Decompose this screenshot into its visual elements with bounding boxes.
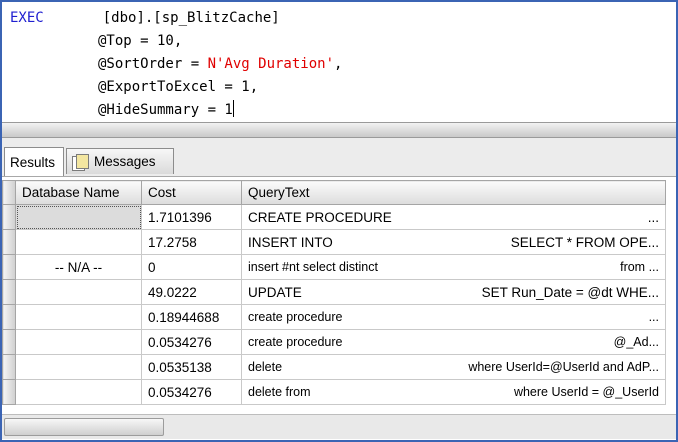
- pane-splitter[interactable]: [2, 122, 676, 138]
- cell-cost[interactable]: 1.7101396: [141, 204, 242, 230]
- cell-database-name[interactable]: [15, 229, 142, 255]
- cell-querytext[interactable]: insert #nt select distinct from ...: [241, 254, 666, 280]
- code-line-3: @SortOrder = N'Avg Duration',: [98, 56, 343, 72]
- tab-results-label: Results: [10, 154, 56, 170]
- tab-messages[interactable]: Messages: [66, 148, 174, 174]
- column-header-database-name[interactable]: Database Name: [15, 180, 142, 205]
- horizontal-scrollbar[interactable]: [2, 414, 676, 439]
- column-header-querytext[interactable]: QueryText: [241, 180, 666, 205]
- cell-database-name[interactable]: [15, 279, 142, 305]
- cell-database-name[interactable]: [15, 354, 142, 380]
- hidesummary-param: @HideSummary = 1: [98, 102, 233, 118]
- table-row[interactable]: 0.0535138 delete where UserId=@UserId and…: [2, 354, 666, 380]
- cell-cost[interactable]: 0.0535138: [141, 354, 242, 380]
- table-row[interactable]: 0.18944688 create procedure...: [2, 304, 666, 330]
- cell-querytext[interactable]: create procedure...: [241, 304, 666, 330]
- row-header[interactable]: [2, 254, 16, 280]
- cell-database-name[interactable]: [15, 329, 142, 355]
- results-grid[interactable]: Database Name Cost QueryText 1.7101396 C…: [2, 180, 676, 412]
- top-param: @Top = 10,: [98, 33, 183, 49]
- results-tabbar: Results Messages: [2, 138, 676, 177]
- row-header[interactable]: [2, 379, 16, 405]
- grid-header-row: Database Name Cost QueryText: [2, 180, 666, 205]
- cell-cost[interactable]: 17.2758: [141, 229, 242, 255]
- tab-results[interactable]: Results: [4, 147, 64, 176]
- row-header[interactable]: [2, 329, 16, 355]
- cell-querytext[interactable]: CREATE PROCEDURE...: [241, 204, 666, 230]
- row-header[interactable]: [2, 229, 16, 255]
- cell-database-name[interactable]: [15, 304, 142, 330]
- cell-querytext[interactable]: create procedure @_Ad...: [241, 329, 666, 355]
- cell-querytext[interactable]: delete where UserId=@UserId and AdP...: [241, 354, 666, 380]
- cell-database-name[interactable]: [15, 204, 142, 230]
- code-line-5: @HideSummary = 1: [98, 99, 234, 122]
- cell-database-name[interactable]: -- N/A --: [15, 254, 142, 280]
- table-row[interactable]: 17.2758 INSERT INTO SELECT * FROM OPE...: [2, 229, 666, 255]
- export-param: @ExportToExcel = 1,: [98, 79, 259, 95]
- cell-querytext[interactable]: UPDATE SET Run_Date = @dt WHE...: [241, 279, 666, 305]
- cell-querytext[interactable]: delete from where UserId = @_UserId: [241, 379, 666, 405]
- exec-keyword: EXEC: [10, 10, 44, 26]
- column-header-cost[interactable]: Cost: [141, 180, 242, 205]
- cell-cost[interactable]: 0: [141, 254, 242, 280]
- table-row[interactable]: 0.0534276 create procedure @_Ad...: [2, 329, 666, 355]
- messages-icon: [72, 154, 89, 171]
- text-caret: [232, 100, 234, 117]
- corner-header[interactable]: [2, 180, 16, 205]
- cell-cost[interactable]: 49.0222: [141, 279, 242, 305]
- tab-messages-label: Messages: [94, 154, 156, 169]
- sortorder-string: N'Avg Duration': [207, 56, 335, 72]
- table-row[interactable]: 0.0534276 delete from where UserId = @_Us…: [2, 379, 666, 405]
- row-header[interactable]: [2, 204, 16, 230]
- sortorder-param: @SortOrder =: [98, 56, 208, 72]
- cell-cost[interactable]: 0.0534276: [141, 379, 242, 405]
- row-header[interactable]: [2, 279, 16, 305]
- scrollbar-thumb[interactable]: [4, 418, 164, 436]
- table-row[interactable]: 1.7101396 CREATE PROCEDURE...: [2, 204, 666, 230]
- query-window: EXEC [dbo].[sp_BlitzCache] @Top = 10, @S…: [0, 0, 678, 442]
- cell-cost[interactable]: 0.18944688: [141, 304, 242, 330]
- table-row[interactable]: -- N/A -- 0 insert #nt select distinct fr…: [2, 254, 666, 280]
- cell-querytext[interactable]: INSERT INTO SELECT * FROM OPE...: [241, 229, 666, 255]
- cell-database-name[interactable]: [15, 379, 142, 405]
- code-line-2: @Top = 10,: [98, 30, 182, 53]
- proc-name: [dbo].[sp_BlitzCache]: [102, 10, 280, 26]
- cell-cost[interactable]: 0.0534276: [141, 329, 242, 355]
- table-row[interactable]: 49.0222 UPDATE SET Run_Date = @dt WHE...: [2, 279, 666, 305]
- sql-editor[interactable]: EXEC [dbo].[sp_BlitzCache] @Top = 10, @S…: [2, 2, 676, 122]
- row-header[interactable]: [2, 354, 16, 380]
- code-line-4: @ExportToExcel = 1,: [98, 76, 258, 99]
- row-header[interactable]: [2, 304, 16, 330]
- code-line-1: EXEC [dbo].[sp_BlitzCache]: [10, 7, 280, 30]
